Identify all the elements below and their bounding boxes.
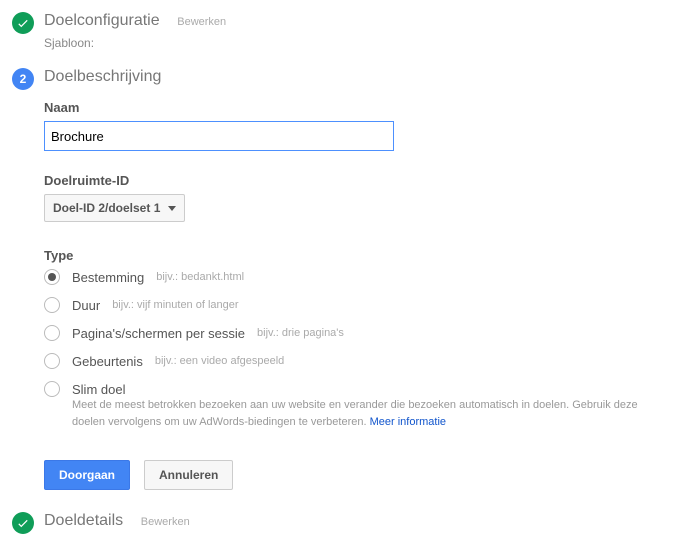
radio-icon[interactable] (44, 297, 60, 313)
type-option-smart[interactable]: Slim doel (44, 381, 672, 397)
smart-goal-text: Meet de meest betrokken bezoeken aan uw … (72, 399, 638, 428)
step1-title: Doelconfiguratie (44, 12, 160, 29)
chevron-down-icon (168, 206, 176, 211)
step1-subtitle: Sjabloon: (44, 36, 672, 50)
slot-label: Doelruimte-ID (44, 173, 672, 188)
step1-edit-link[interactable]: Bewerken (177, 16, 226, 28)
step-goal-description: 2 Doelbeschrijving Naam Doelruimte-ID Do… (12, 68, 672, 490)
name-label: Naam (44, 100, 672, 115)
radio-label: Slim doel (72, 382, 125, 397)
step3-title: Doeldetails (44, 512, 123, 529)
radio-hint: bijv.: drie pagina's (257, 327, 344, 339)
step2-title: Doelbeschrijving (44, 68, 161, 85)
check-icon (12, 512, 34, 534)
radio-hint: bijv.: bedankt.html (156, 271, 244, 283)
radio-label: Pagina's/schermen per sessie (72, 326, 245, 341)
step-goal-details: Doeldetails Bewerken (12, 512, 672, 534)
goal-name-input[interactable] (44, 121, 394, 151)
radio-hint: bijv.: vijf minuten of langer (112, 299, 238, 311)
radio-label: Bestemming (72, 270, 144, 285)
step-number-badge: 2 (12, 68, 34, 90)
goal-slot-dropdown[interactable]: Doel-ID 2/doelset 1 (44, 194, 185, 222)
radio-label: Duur (72, 298, 100, 313)
radio-label: Gebeurtenis (72, 354, 143, 369)
goal-slot-value: Doel-ID 2/doelset 1 (53, 201, 160, 215)
radio-icon[interactable] (44, 353, 60, 369)
radio-icon[interactable] (44, 269, 60, 285)
continue-button[interactable]: Doorgaan (44, 460, 130, 490)
cancel-button[interactable]: Annuleren (144, 460, 233, 490)
check-icon (12, 12, 34, 34)
more-info-link[interactable]: Meer informatie (370, 416, 446, 428)
radio-icon[interactable] (44, 381, 60, 397)
step-goal-setup: Doelconfiguratie Bewerken Sjabloon: (12, 12, 672, 50)
type-option-event[interactable]: Gebeurtenis bijv.: een video afgespeeld (44, 353, 672, 369)
type-option-destination[interactable]: Bestemming bijv.: bedankt.html (44, 269, 672, 285)
type-option-pages[interactable]: Pagina's/schermen per sessie bijv.: drie… (44, 325, 672, 341)
step3-edit-link[interactable]: Bewerken (141, 516, 190, 528)
type-label: Type (44, 248, 672, 263)
smart-goal-description: Meet de meest betrokken bezoeken aan uw … (72, 397, 672, 430)
type-option-duration[interactable]: Duur bijv.: vijf minuten of langer (44, 297, 672, 313)
radio-hint: bijv.: een video afgespeeld (155, 355, 284, 367)
radio-icon[interactable] (44, 325, 60, 341)
